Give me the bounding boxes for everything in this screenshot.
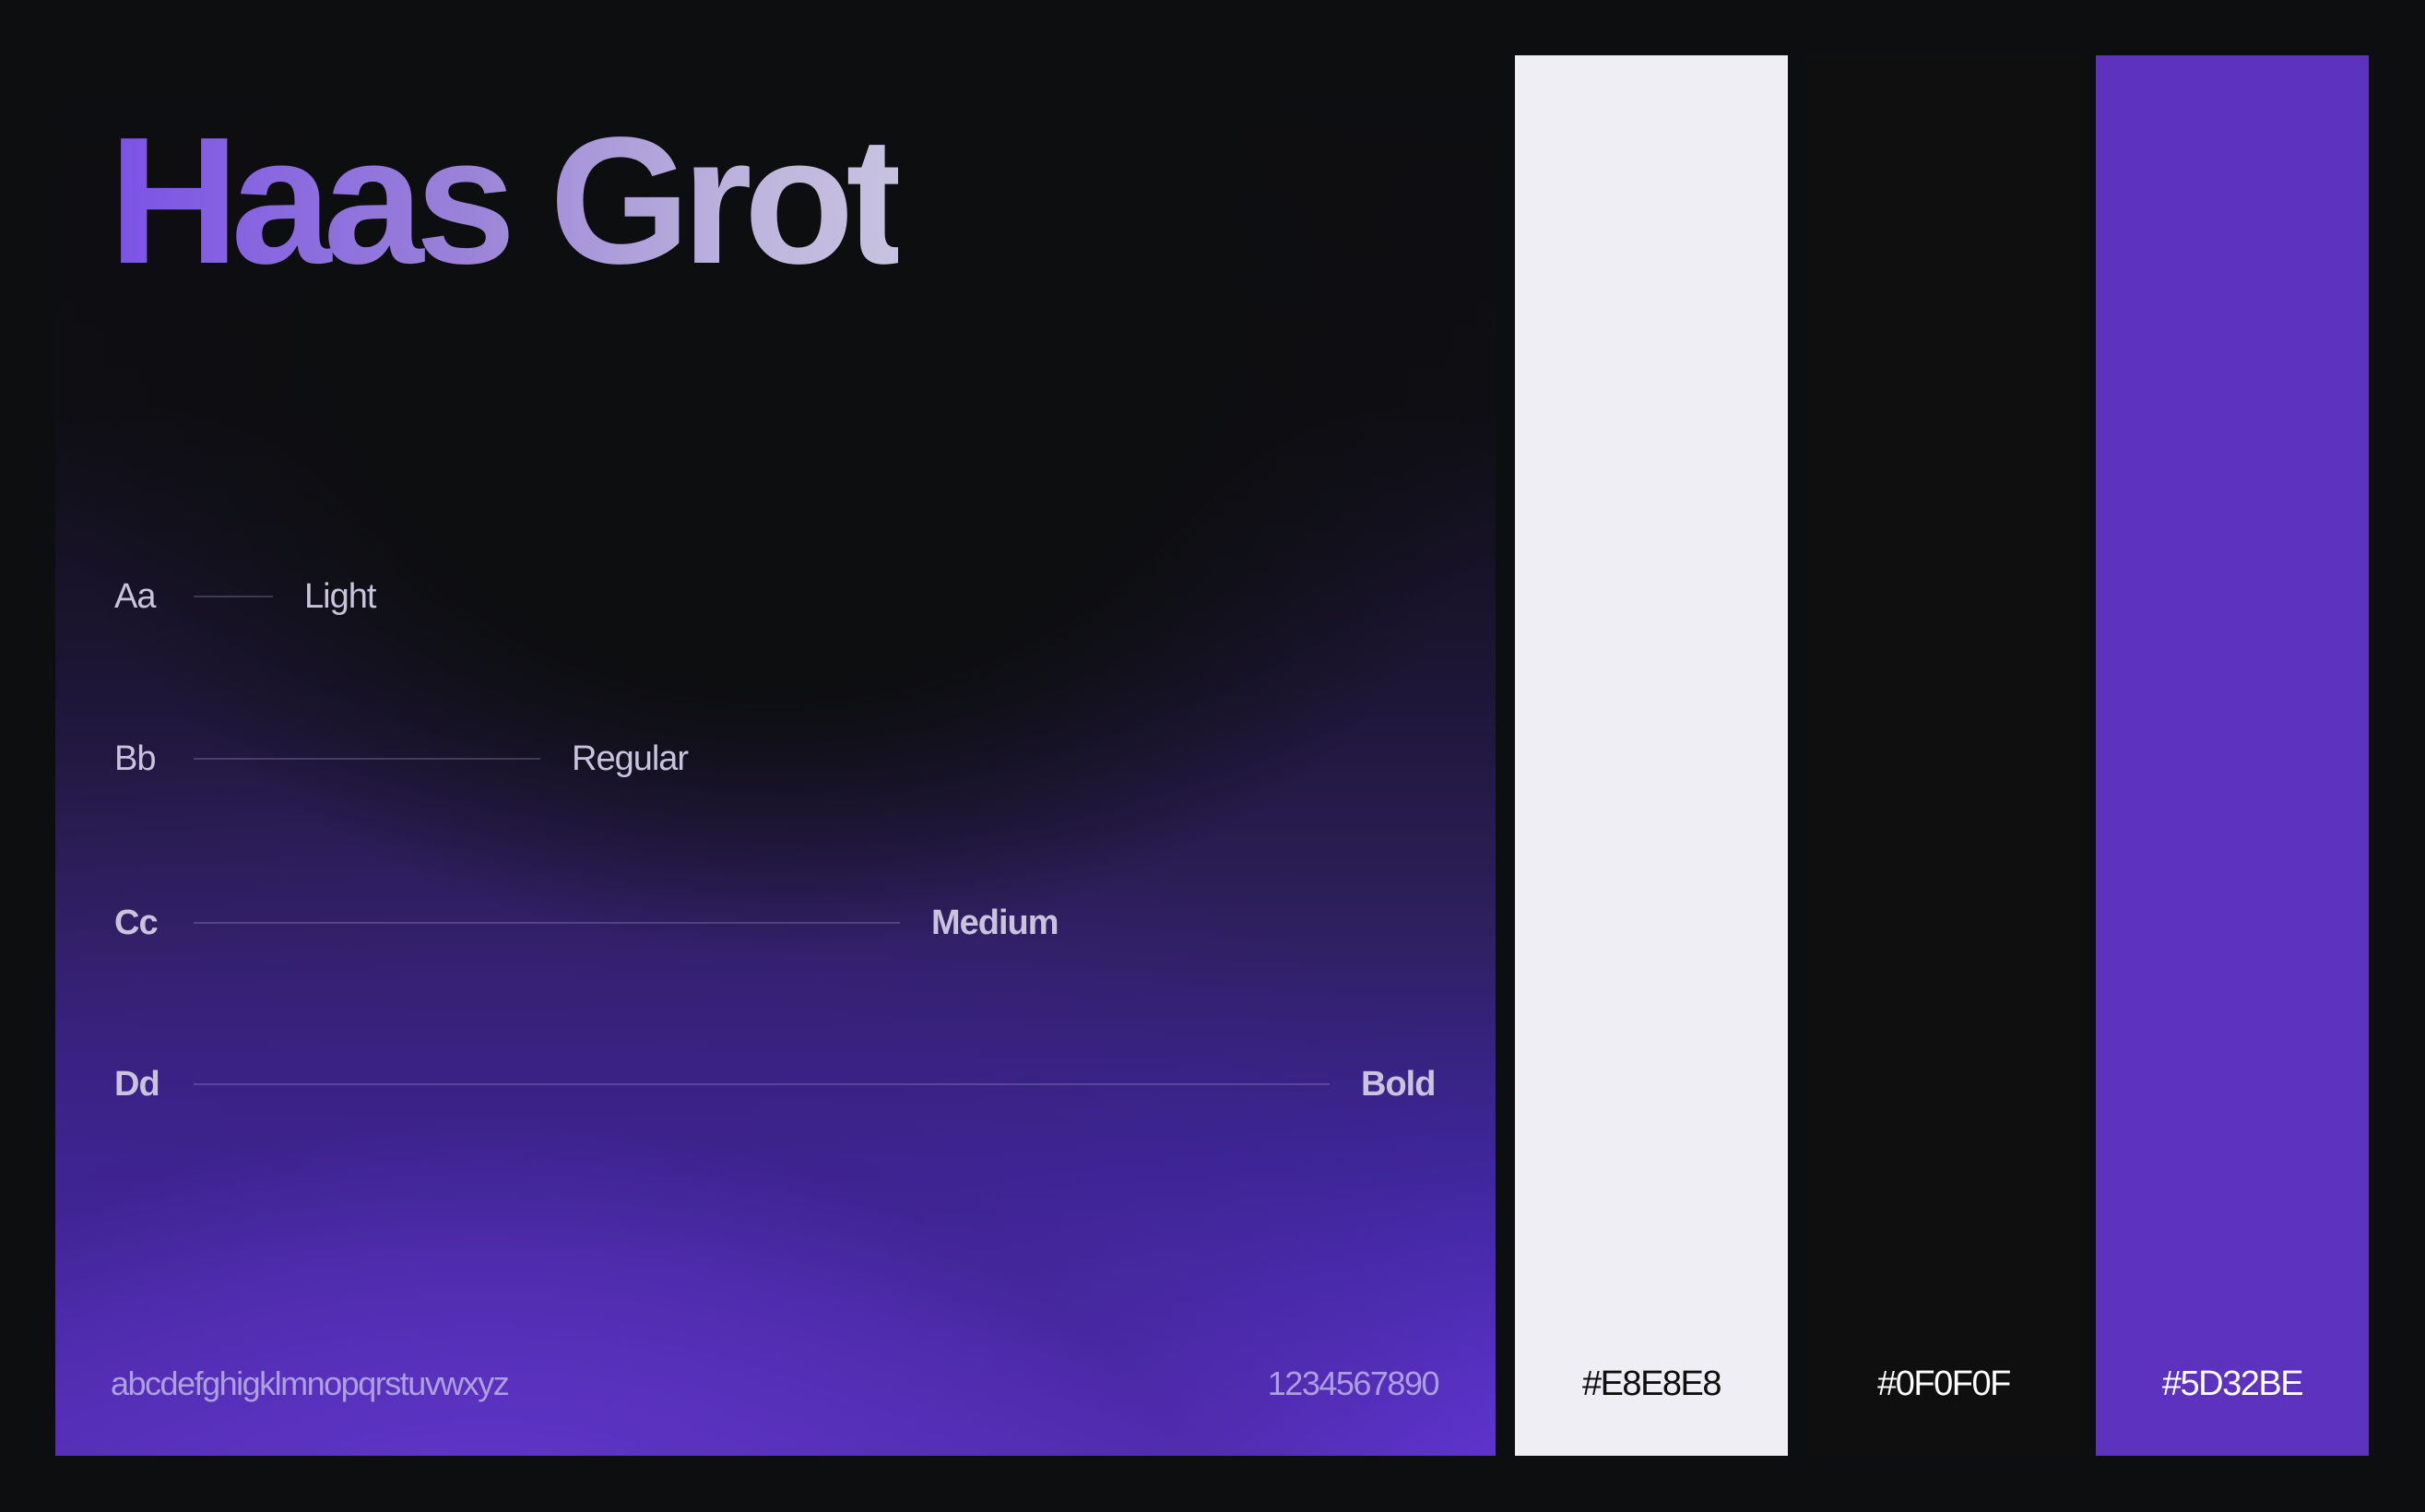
weight-line: [194, 758, 540, 760]
type-and-color-board: Haas Grot Aa Light Bb Regular Cc Medium …: [0, 0, 2425, 1512]
weight-name: Light: [304, 576, 376, 616]
weight-line: [194, 1083, 1330, 1085]
digits-sample: 1234567890: [1267, 1364, 1440, 1402]
weight-sample: Bb: [114, 738, 156, 778]
color-swatch-purple: #5D32BE: [2096, 55, 2369, 1456]
color-swatch-dark: #0F0F0F: [1807, 55, 2080, 1456]
swatch-hex-label: #0F0F0F: [1877, 1364, 2011, 1403]
weight-row-medium: Cc Medium: [114, 900, 1059, 946]
weight-sample: Aa: [114, 576, 156, 616]
alphabet-sample: abcdefghigklmnopqrstuvwxyz: [111, 1364, 510, 1402]
color-swatch-light: #E8E8E8: [1515, 55, 1788, 1456]
weight-row-light: Aa Light: [114, 573, 376, 620]
weight-row-bold: Dd Bold: [114, 1061, 1436, 1107]
weight-name: Bold: [1361, 1064, 1436, 1104]
typeface-title: Haas Grot: [109, 100, 906, 301]
weight-name: Regular: [572, 738, 689, 778]
weight-name: Medium: [931, 903, 1059, 942]
weight-line: [194, 922, 900, 924]
weight-sample: Cc: [114, 903, 159, 942]
weight-line: [194, 596, 273, 597]
weight-row-regular: Bb Regular: [114, 736, 689, 782]
weight-sample: Dd: [114, 1064, 160, 1104]
swatch-hex-label: #E8E8E8: [1581, 1364, 1722, 1403]
typeface-specimen-card: Haas Grot Aa Light Bb Regular Cc Medium …: [55, 55, 1496, 1456]
swatch-hex-label: #5D32BE: [2161, 1364, 2304, 1403]
